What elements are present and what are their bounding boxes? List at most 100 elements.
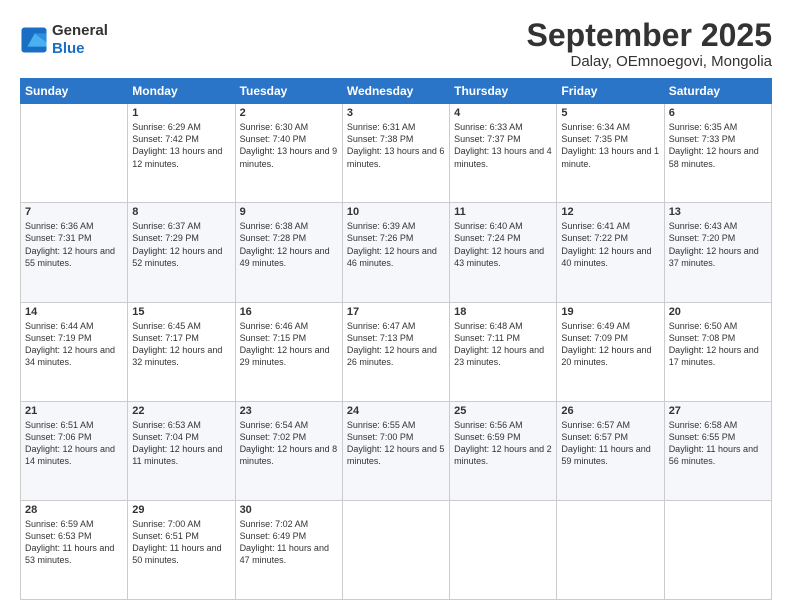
day-number: 25 [454, 405, 552, 417]
calendar-week-4: 21 Sunrise: 6:51 AM Sunset: 7:06 PM Dayl… [21, 401, 772, 500]
cell-content: Sunrise: 6:35 AM Sunset: 7:33 PM Dayligh… [669, 121, 767, 170]
calendar-cell [342, 500, 449, 599]
calendar-cell: 19 Sunrise: 6:49 AM Sunset: 7:09 PM Dayl… [557, 302, 664, 401]
cell-content: Sunrise: 6:59 AM Sunset: 6:53 PM Dayligh… [25, 518, 123, 567]
cell-content: Sunrise: 6:51 AM Sunset: 7:06 PM Dayligh… [25, 419, 123, 468]
page-header: General Blue September 2025 Dalay, OEmno… [20, 18, 772, 70]
calendar-cell: 17 Sunrise: 6:47 AM Sunset: 7:13 PM Dayl… [342, 302, 449, 401]
title-block: September 2025 Dalay, OEmnoegovi, Mongol… [527, 18, 772, 70]
day-number: 8 [132, 206, 230, 218]
logo: General Blue [20, 22, 108, 58]
day-number: 5 [561, 107, 659, 119]
cell-content: Sunrise: 6:37 AM Sunset: 7:29 PM Dayligh… [132, 220, 230, 269]
calendar-cell: 29 Sunrise: 7:00 AM Sunset: 6:51 PM Dayl… [128, 500, 235, 599]
header-wednesday: Wednesday [342, 79, 449, 104]
calendar-cell: 2 Sunrise: 6:30 AM Sunset: 7:40 PM Dayli… [235, 104, 342, 203]
cell-content: Sunrise: 6:36 AM Sunset: 7:31 PM Dayligh… [25, 220, 123, 269]
day-number: 3 [347, 107, 445, 119]
cell-content: Sunrise: 6:39 AM Sunset: 7:26 PM Dayligh… [347, 220, 445, 269]
logo-general: General [52, 22, 108, 39]
calendar-cell: 14 Sunrise: 6:44 AM Sunset: 7:19 PM Dayl… [21, 302, 128, 401]
cell-content: Sunrise: 6:55 AM Sunset: 7:00 PM Dayligh… [347, 419, 445, 468]
calendar-cell: 10 Sunrise: 6:39 AM Sunset: 7:26 PM Dayl… [342, 203, 449, 302]
calendar-cell: 6 Sunrise: 6:35 AM Sunset: 7:33 PM Dayli… [664, 104, 771, 203]
day-number: 23 [240, 405, 338, 417]
day-number: 26 [561, 405, 659, 417]
calendar-cell: 21 Sunrise: 6:51 AM Sunset: 7:06 PM Dayl… [21, 401, 128, 500]
cell-content: Sunrise: 6:45 AM Sunset: 7:17 PM Dayligh… [132, 320, 230, 369]
cell-content: Sunrise: 6:49 AM Sunset: 7:09 PM Dayligh… [561, 320, 659, 369]
day-number: 28 [25, 504, 123, 516]
calendar-cell: 18 Sunrise: 6:48 AM Sunset: 7:11 PM Dayl… [450, 302, 557, 401]
day-number: 10 [347, 206, 445, 218]
cell-content: Sunrise: 6:38 AM Sunset: 7:28 PM Dayligh… [240, 220, 338, 269]
calendar-cell [21, 104, 128, 203]
calendar-cell: 28 Sunrise: 6:59 AM Sunset: 6:53 PM Dayl… [21, 500, 128, 599]
calendar-cell: 9 Sunrise: 6:38 AM Sunset: 7:28 PM Dayli… [235, 203, 342, 302]
calendar-cell: 27 Sunrise: 6:58 AM Sunset: 6:55 PM Dayl… [664, 401, 771, 500]
day-number: 20 [669, 306, 767, 318]
cell-content: Sunrise: 6:33 AM Sunset: 7:37 PM Dayligh… [454, 121, 552, 170]
cell-content: Sunrise: 6:54 AM Sunset: 7:02 PM Dayligh… [240, 419, 338, 468]
calendar-week-3: 14 Sunrise: 6:44 AM Sunset: 7:19 PM Dayl… [21, 302, 772, 401]
day-number: 14 [25, 306, 123, 318]
day-number: 9 [240, 206, 338, 218]
calendar-cell [557, 500, 664, 599]
calendar-cell: 11 Sunrise: 6:40 AM Sunset: 7:24 PM Dayl… [450, 203, 557, 302]
cell-content: Sunrise: 6:57 AM Sunset: 6:57 PM Dayligh… [561, 419, 659, 468]
cell-content: Sunrise: 6:34 AM Sunset: 7:35 PM Dayligh… [561, 121, 659, 170]
calendar-cell: 26 Sunrise: 6:57 AM Sunset: 6:57 PM Dayl… [557, 401, 664, 500]
calendar-cell: 4 Sunrise: 6:33 AM Sunset: 7:37 PM Dayli… [450, 104, 557, 203]
calendar-cell [450, 500, 557, 599]
calendar-cell: 16 Sunrise: 6:46 AM Sunset: 7:15 PM Dayl… [235, 302, 342, 401]
cell-content: Sunrise: 7:02 AM Sunset: 6:49 PM Dayligh… [240, 518, 338, 567]
calendar-cell: 8 Sunrise: 6:37 AM Sunset: 7:29 PM Dayli… [128, 203, 235, 302]
day-number: 13 [669, 206, 767, 218]
day-number: 11 [454, 206, 552, 218]
day-number: 6 [669, 107, 767, 119]
cell-content: Sunrise: 6:43 AM Sunset: 7:20 PM Dayligh… [669, 220, 767, 269]
cell-content: Sunrise: 6:50 AM Sunset: 7:08 PM Dayligh… [669, 320, 767, 369]
cell-content: Sunrise: 6:48 AM Sunset: 7:11 PM Dayligh… [454, 320, 552, 369]
day-number: 17 [347, 306, 445, 318]
day-number: 2 [240, 107, 338, 119]
day-number: 16 [240, 306, 338, 318]
calendar-cell [664, 500, 771, 599]
cell-content: Sunrise: 6:58 AM Sunset: 6:55 PM Dayligh… [669, 419, 767, 468]
calendar-cell: 25 Sunrise: 6:56 AM Sunset: 6:59 PM Dayl… [450, 401, 557, 500]
calendar-week-2: 7 Sunrise: 6:36 AM Sunset: 7:31 PM Dayli… [21, 203, 772, 302]
cell-content: Sunrise: 6:31 AM Sunset: 7:38 PM Dayligh… [347, 121, 445, 170]
day-number: 27 [669, 405, 767, 417]
cell-content: Sunrise: 6:29 AM Sunset: 7:42 PM Dayligh… [132, 121, 230, 170]
cell-content: Sunrise: 6:56 AM Sunset: 6:59 PM Dayligh… [454, 419, 552, 468]
calendar-cell: 24 Sunrise: 6:55 AM Sunset: 7:00 PM Dayl… [342, 401, 449, 500]
cell-content: Sunrise: 6:53 AM Sunset: 7:04 PM Dayligh… [132, 419, 230, 468]
calendar-cell: 13 Sunrise: 6:43 AM Sunset: 7:20 PM Dayl… [664, 203, 771, 302]
header-friday: Friday [557, 79, 664, 104]
day-number: 7 [25, 206, 123, 218]
calendar-cell: 15 Sunrise: 6:45 AM Sunset: 7:17 PM Dayl… [128, 302, 235, 401]
cell-content: Sunrise: 6:30 AM Sunset: 7:40 PM Dayligh… [240, 121, 338, 170]
day-number: 22 [132, 405, 230, 417]
header-tuesday: Tuesday [235, 79, 342, 104]
calendar-cell: 1 Sunrise: 6:29 AM Sunset: 7:42 PM Dayli… [128, 104, 235, 203]
calendar-cell: 30 Sunrise: 7:02 AM Sunset: 6:49 PM Dayl… [235, 500, 342, 599]
logo-blue: Blue [52, 40, 85, 57]
month-title: September 2025 [527, 18, 772, 53]
day-number: 15 [132, 306, 230, 318]
weekday-header-row: Sunday Monday Tuesday Wednesday Thursday… [21, 79, 772, 104]
calendar-cell: 22 Sunrise: 6:53 AM Sunset: 7:04 PM Dayl… [128, 401, 235, 500]
day-number: 19 [561, 306, 659, 318]
day-number: 21 [25, 405, 123, 417]
calendar-cell: 23 Sunrise: 6:54 AM Sunset: 7:02 PM Dayl… [235, 401, 342, 500]
header-thursday: Thursday [450, 79, 557, 104]
calendar-cell: 7 Sunrise: 6:36 AM Sunset: 7:31 PM Dayli… [21, 203, 128, 302]
calendar-cell: 12 Sunrise: 6:41 AM Sunset: 7:22 PM Dayl… [557, 203, 664, 302]
day-number: 29 [132, 504, 230, 516]
calendar-cell: 5 Sunrise: 6:34 AM Sunset: 7:35 PM Dayli… [557, 104, 664, 203]
day-number: 30 [240, 504, 338, 516]
cell-content: Sunrise: 6:47 AM Sunset: 7:13 PM Dayligh… [347, 320, 445, 369]
cell-content: Sunrise: 6:46 AM Sunset: 7:15 PM Dayligh… [240, 320, 338, 369]
day-number: 1 [132, 107, 230, 119]
calendar-week-1: 1 Sunrise: 6:29 AM Sunset: 7:42 PM Dayli… [21, 104, 772, 203]
